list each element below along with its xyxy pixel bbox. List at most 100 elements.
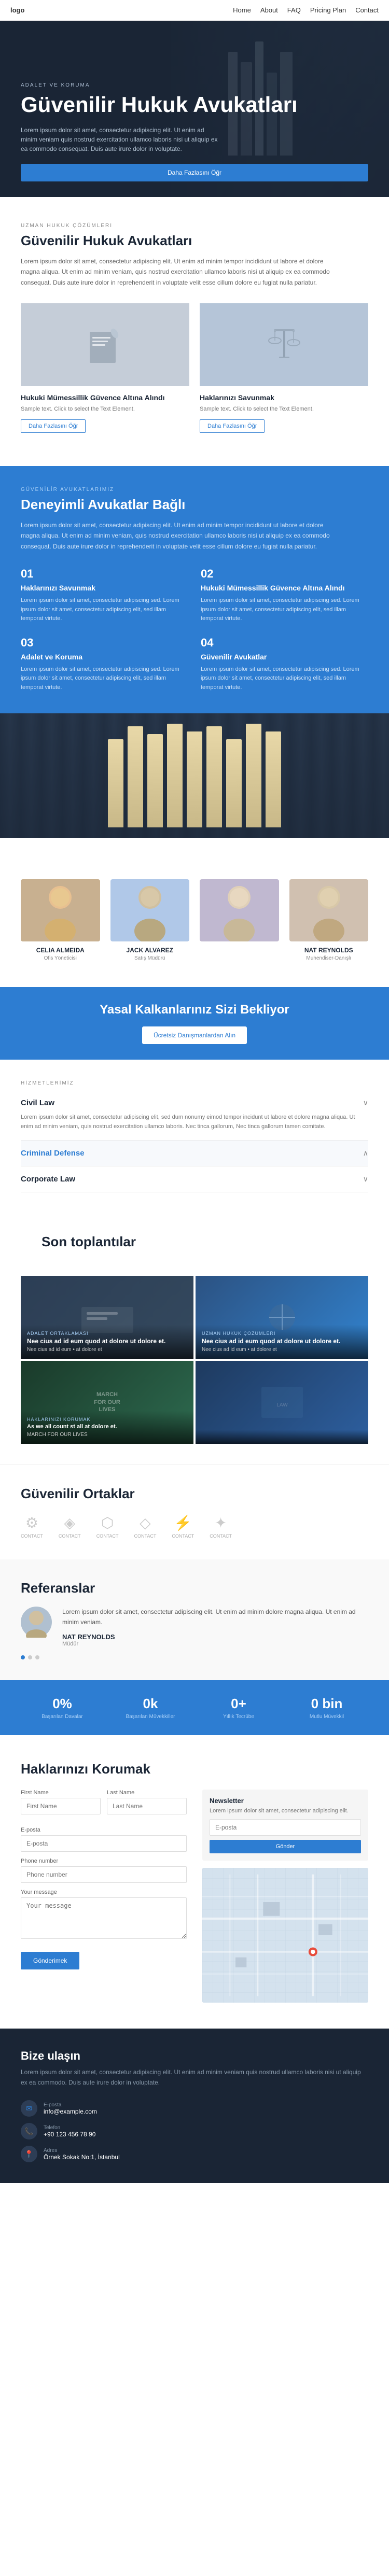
son-card-3[interactable]: MARCHFOR OURLIVES Haklarınızı Korumak As… — [21, 1361, 193, 1444]
card-1-desc: Sample text. Click to select the Text El… — [21, 405, 189, 414]
nav-contact[interactable]: Contact — [355, 6, 379, 14]
contact-email-value: info@example.com — [44, 2108, 97, 2115]
card-2-title: Haklarınızı Savunmak — [200, 393, 368, 402]
form-message-group: Your message — [21, 1889, 187, 1941]
yasal-btn[interactable]: Ücretsiz Danışmanlardan Alın — [142, 1026, 247, 1044]
card-mumessillik: Hukuki Mümessillik Güvence Altına Alındı… — [21, 303, 189, 440]
phone-input[interactable] — [21, 1866, 187, 1883]
contact-phone-value: +90 123 456 78 90 — [44, 2131, 95, 2138]
newsletter-email-input[interactable] — [210, 1819, 361, 1836]
son-card-2-overlay: Uzman Hukuk Çözümleri Nee cius ad id eum… — [196, 1325, 368, 1359]
ref-text: Lorem ipsum dolor sit amet, consectetur … — [62, 1607, 368, 1628]
email-input[interactable] — [21, 1835, 187, 1852]
feature-4-desc: Lorem ipsum dolor sit amet, consectetur … — [201, 665, 368, 693]
contact-email-icon: ✉ — [21, 2100, 37, 2117]
son-card-2[interactable]: Uzman Hukuk Çözümleri Nee cius ad id eum… — [196, 1276, 368, 1359]
son-card-1[interactable]: Adalet Ortaklaması Nee cius ad id eum qu… — [21, 1276, 193, 1359]
stats-section: 0% Başarılan Davalar 0k Başarılan Müvekk… — [0, 1680, 389, 1735]
ortak-1: ⚙ CONTACT — [21, 1514, 43, 1539]
son-card-1-cat: Adalet Ortaklaması — [27, 1331, 187, 1336]
form-first-name-group: First Name — [21, 1790, 101, 1814]
contact-address-label: Adres — [44, 2148, 120, 2153]
son-grid: Adalet Ortaklaması Nee cius ad id eum qu… — [21, 1276, 368, 1444]
form-left: First Name Last Name E-posta Phone numbe… — [21, 1790, 187, 2003]
contact-phone-item: 📞 Telefon +90 123 456 78 90 — [21, 2123, 368, 2139]
feature-1-desc: Lorem ipsum dolor sit amet, consectetur … — [21, 596, 188, 624]
contact-items: ✉ E-posta info@example.com 📞 Telefon +90… — [21, 2100, 368, 2162]
deneyimli-tag: GÜVENİLİR AVUKATLARIMIZ — [21, 487, 368, 492]
feature-1-num: 01 — [21, 567, 188, 581]
newsletter-desc: Lorem ipsum dolor sit amet, consectetur … — [210, 1808, 361, 1814]
form-submit-button[interactable]: Gönderimek — [21, 1952, 79, 1969]
hero-tag: ADALET VE KORUMA — [21, 82, 368, 88]
feature-3: 03 Adalet ve Koruma Lorem ipsum dolor si… — [21, 636, 188, 693]
form-title: Haklarınızı Korumak — [21, 1761, 368, 1777]
hizmet-civil-desc: Lorem ipsum dolor sit amet, consectetur … — [21, 1113, 368, 1132]
nav-pricing[interactable]: Pricing Plan — [310, 6, 346, 14]
stat-0-num: 0% — [21, 1696, 104, 1712]
stat-1-num: 0k — [109, 1696, 192, 1712]
stat-1-label: Başarılan Müvekkiller — [109, 1714, 192, 1720]
member-2-role: Satış Müdürü — [110, 955, 190, 961]
hizmet-corporate-law[interactable]: Corporate Law ∨ — [21, 1166, 368, 1192]
features-grid: 01 Haklarınızı Savunmak Lorem ipsum dolo… — [21, 567, 368, 693]
team-member-1: CELIA ALMEIDA Ofis Yöneticisi — [21, 879, 100, 961]
stat-2-label: Yıllık Tecrübe — [197, 1714, 280, 1720]
nav-links: Home About FAQ Pricing Plan Contact — [233, 6, 379, 14]
ortaklar-section: Güvenilir Ortaklar ⚙ CONTACT ◈ CONTACT ⬡… — [0, 1465, 389, 1559]
ref-dot-2[interactable] — [28, 1655, 32, 1659]
hizmet-civil-chevron: ∨ — [363, 1099, 368, 1107]
contact-phone-label: Telefon — [44, 2125, 95, 2131]
map-container — [202, 1868, 368, 2003]
hizmet-civil-title: Civil Law — [21, 1099, 54, 1107]
nav-faq[interactable]: FAQ — [287, 6, 301, 14]
hizmet-criminal-defense[interactable]: Criminal Defense ∧ — [21, 1141, 368, 1166]
nav-about[interactable]: About — [260, 6, 278, 14]
team-member-2: JACK ALVAREZ Satış Müdürü — [110, 879, 190, 961]
avatar-3 — [200, 879, 279, 941]
stat-3-num: 0 bin — [285, 1696, 368, 1712]
form-email-group: E-posta — [21, 1827, 187, 1852]
hero-desc: Lorem ipsum dolor sit amet, consectetur … — [21, 125, 218, 153]
nav-logo[interactable]: logo — [10, 6, 24, 14]
ortak-4: ◇ CONTACT — [134, 1514, 157, 1539]
son-card-4-overlay — [196, 1430, 368, 1444]
contact-desc: Lorem ipsum dolor sit amet, consectetur … — [21, 2067, 368, 2088]
ref-dot-3[interactable] — [35, 1655, 39, 1659]
last-name-input[interactable] — [107, 1798, 187, 1814]
form-message-label: Your message — [21, 1889, 187, 1895]
son-card-3-cat: Haklarınızı Korumak — [27, 1417, 187, 1422]
card-2-desc: Sample text. Click to select the Text El… — [200, 405, 368, 414]
feature-2-num: 02 — [201, 567, 368, 581]
ortaklar-grid: ⚙ CONTACT ◈ CONTACT ⬡ CONTACT ◇ CONTACT … — [21, 1514, 368, 1539]
contact-phone-details: Telefon +90 123 456 78 90 — [44, 2125, 95, 2138]
card-2-image — [200, 303, 368, 386]
stat-3: 0 bin Mutlu Müvekkil — [285, 1696, 368, 1720]
referanslar-section: Referanslar Lorem ipsum dolor sit amet, … — [0, 1559, 389, 1680]
son-card-4[interactable]: LAW — [196, 1361, 368, 1444]
first-name-input[interactable] — [21, 1798, 101, 1814]
deneyimli-section: GÜVENİLİR AVUKATLARIMIZ Deneyimli Avukat… — [0, 466, 389, 713]
ref-dot-1[interactable] — [21, 1655, 25, 1659]
feature-3-num: 03 — [21, 636, 188, 650]
building-image — [0, 713, 389, 838]
uzman-tag: UZMAN HUKUK ÇÖZÜMLERI — [21, 223, 368, 229]
contact-address-value: Örnek Sokak No:1, İstanbul — [44, 2153, 120, 2161]
nav-home[interactable]: Home — [233, 6, 251, 14]
contact-section: Bize ulaşın Lorem ipsum dolor sit amet, … — [0, 2029, 389, 2184]
hero-cta-button[interactable]: Daha Fazlasını Öğr — [21, 164, 368, 181]
newsletter-submit[interactable]: Gönder — [210, 1840, 361, 1853]
son-title: Son toplantılar — [41, 1234, 348, 1250]
ortak-3: ⬡ CONTACT — [96, 1514, 119, 1539]
card-2-link[interactable]: Daha Fazlasını Öğr — [200, 419, 265, 433]
card-1-link[interactable]: Daha Fazlasını Öğr — [21, 419, 86, 433]
deneyimli-desc: Lorem ipsum dolor sit amet, consectetur … — [21, 520, 332, 552]
son-card-2-title: Nee cius ad id eum quod at dolore ut dol… — [202, 1338, 362, 1345]
ortak-2: ◈ CONTACT — [59, 1514, 81, 1539]
uzman-desc: Lorem ipsum dolor sit amet, consectetur … — [21, 256, 332, 288]
ref-dots — [21, 1655, 368, 1659]
message-textarea[interactable] — [21, 1897, 187, 1939]
contact-email-item: ✉ E-posta info@example.com — [21, 2100, 368, 2117]
hizmet-corporate-chevron: ∨ — [363, 1175, 368, 1184]
hizmet-civil-law[interactable]: Civil Law ∨ Lorem ipsum dolor sit amet, … — [21, 1090, 368, 1141]
